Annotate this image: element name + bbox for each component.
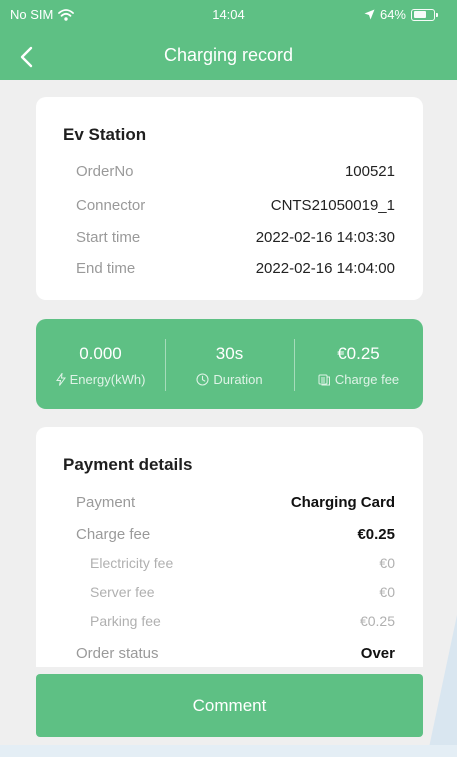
nav-bar: Charging record	[0, 36, 457, 76]
connector-row: Connector CNTS21050019_1	[76, 197, 395, 217]
electricity-fee-row: Electricity fee €0	[90, 555, 395, 575]
energy-label-row: Energy(kWh)	[36, 372, 165, 387]
energy-label: Energy(kWh)	[69, 372, 146, 387]
charge-fee-label: Charge fee	[334, 372, 400, 387]
clock-icon	[196, 373, 209, 386]
row-label: Connector	[76, 197, 146, 214]
energy-value: 0.000	[79, 344, 122, 363]
row-value: 100521	[344, 163, 395, 180]
status-right: 64%	[364, 7, 438, 22]
page-title: Charging record	[163, 45, 294, 65]
row-value: €0.25	[359, 613, 395, 629]
duration-label-row: Duration	[165, 372, 294, 387]
server-fee-row: Server fee €0	[90, 584, 395, 604]
row-label: Server fee	[90, 584, 155, 600]
comment-button[interactable]: Comment	[36, 674, 423, 737]
duration-value: 30s	[215, 344, 244, 363]
charge-fee-label-row: Charge fee	[294, 372, 423, 387]
bottom-strip	[0, 745, 457, 757]
row-value: €0	[379, 584, 395, 600]
charge-fee-value: €0.25	[337, 344, 380, 363]
duration-stat: 30s Duration	[165, 319, 294, 409]
row-label: Payment	[76, 494, 136, 511]
payment-title: Payment details	[63, 455, 193, 474]
order-no-row: OrderNo 100521	[76, 163, 395, 183]
row-value: €0	[379, 555, 395, 571]
battery-icon	[411, 8, 438, 21]
energy-stat: 0.000 Energy(kWh)	[36, 319, 165, 409]
payment-method-row: Payment Charging Card	[76, 494, 395, 514]
start-time-row: Start time 2022-02-16 14:03:30	[76, 229, 395, 249]
row-label: Charge fee	[76, 526, 151, 543]
row-label: End time	[76, 260, 136, 277]
background-decoration	[427, 615, 457, 757]
row-label: Parking fee	[90, 613, 161, 629]
payment-card: Payment details Payment Charging Card Ch…	[36, 427, 423, 667]
parking-fee-row: Parking fee €0.25	[90, 613, 395, 633]
row-value: CNTS21050019_1	[270, 197, 395, 214]
lightning-icon	[55, 373, 66, 386]
charge-fee-row: Charge fee €0.25	[76, 526, 395, 546]
row-value: Charging Card	[290, 494, 395, 511]
row-value: 2022-02-16 14:03:30	[255, 229, 395, 246]
end-time-row: End time 2022-02-16 14:04:00	[76, 260, 395, 280]
coins-icon	[318, 374, 330, 386]
stats-card: 0.000 Energy(kWh) 30s Duration €0.25 Cha…	[36, 319, 423, 409]
location-arrow-icon	[364, 9, 375, 20]
station-card: Ev Station OrderNo 100521 Connector CNTS…	[36, 97, 423, 300]
row-label: Order status	[76, 645, 159, 662]
duration-label: Duration	[213, 372, 263, 387]
station-title: Ev Station	[63, 125, 147, 144]
order-status-row: Order status Over	[76, 645, 395, 665]
charge-fee-stat: €0.25 Charge fee	[294, 319, 423, 409]
row-value: €0.25	[357, 526, 395, 543]
status-bar: No SIM 14:04 64%	[0, 0, 457, 30]
row-label: Electricity fee	[90, 555, 174, 571]
row-label: Start time	[76, 229, 141, 246]
row-value: 2022-02-16 14:04:00	[255, 260, 395, 277]
row-value: Over	[360, 645, 395, 662]
row-label: OrderNo	[76, 163, 134, 180]
battery-percent: 64%	[379, 7, 406, 22]
header: No SIM 14:04 64% Charging record	[0, 0, 457, 80]
